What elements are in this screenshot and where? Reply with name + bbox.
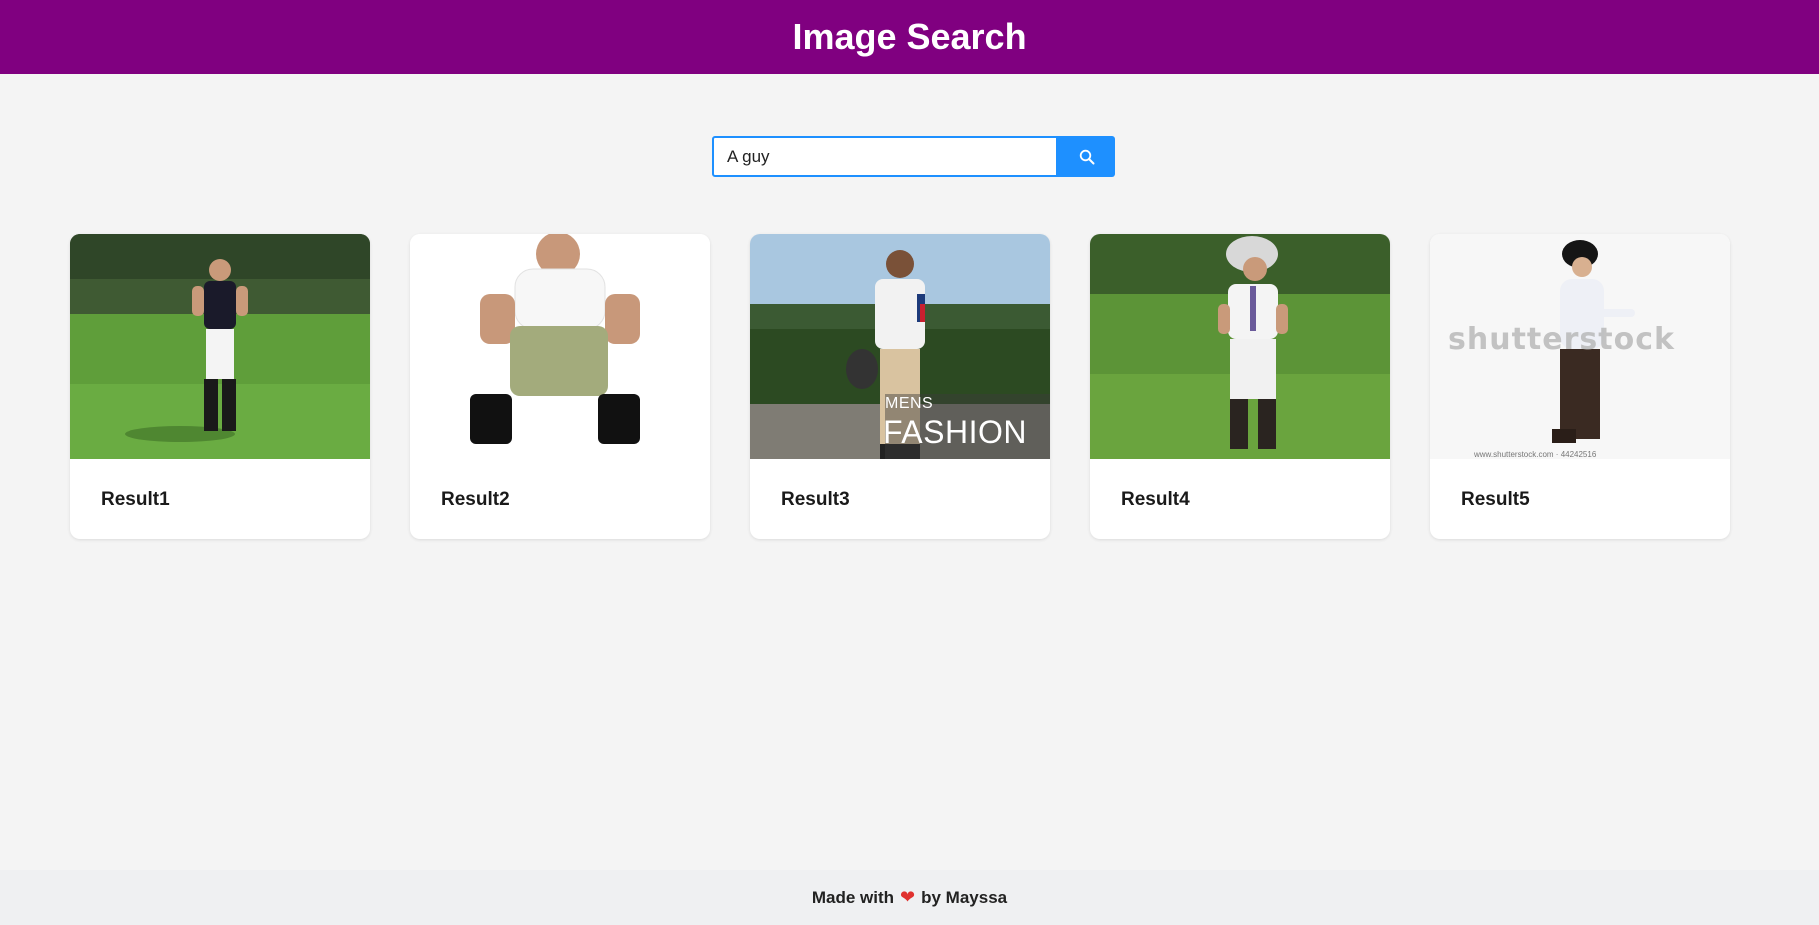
page-title: Image Search [792,16,1027,57]
result-card[interactable]: Result4 [1090,234,1390,539]
overlay-text-fashion: FASHION [883,414,1027,450]
footer: Made with ❤ by Mayssa [0,870,1819,925]
search-input[interactable] [712,136,1058,177]
result-image[interactable] [410,234,710,459]
results-grid: Result1 Result2 MENS FASHION Result3 Res… [70,234,1730,539]
watermark-caption: www.shutterstock.com · 44242516 [1474,450,1597,459]
result-card[interactable]: Result2 [410,234,710,539]
footer-prefix: Made with [811,887,895,907]
heart-icon: ❤ [900,887,916,907]
result-card[interactable]: MENS FASHION Result3 [750,234,1050,539]
result-title: Result1 [101,489,170,510]
overlay-text-mens: MENS [885,395,934,412]
watermark-text: shutterstock [1448,322,1675,357]
result-title: Result4 [1121,489,1190,510]
result-image[interactable] [70,234,370,459]
search-button[interactable] [1058,136,1115,177]
search-icon [1079,149,1094,164]
result-title: Result2 [441,489,510,510]
app-header: Image Search [0,0,1819,74]
result-title: Result5 [1461,489,1530,510]
search-bar [712,136,1115,177]
result-card[interactable]: Result1 [70,234,370,539]
result-image[interactable] [1090,234,1390,459]
result-title: Result3 [781,489,850,510]
result-card[interactable]: shutterstock www.shutterstock.com · 4424… [1430,234,1730,539]
footer-author: by Mayssa [921,887,1008,907]
